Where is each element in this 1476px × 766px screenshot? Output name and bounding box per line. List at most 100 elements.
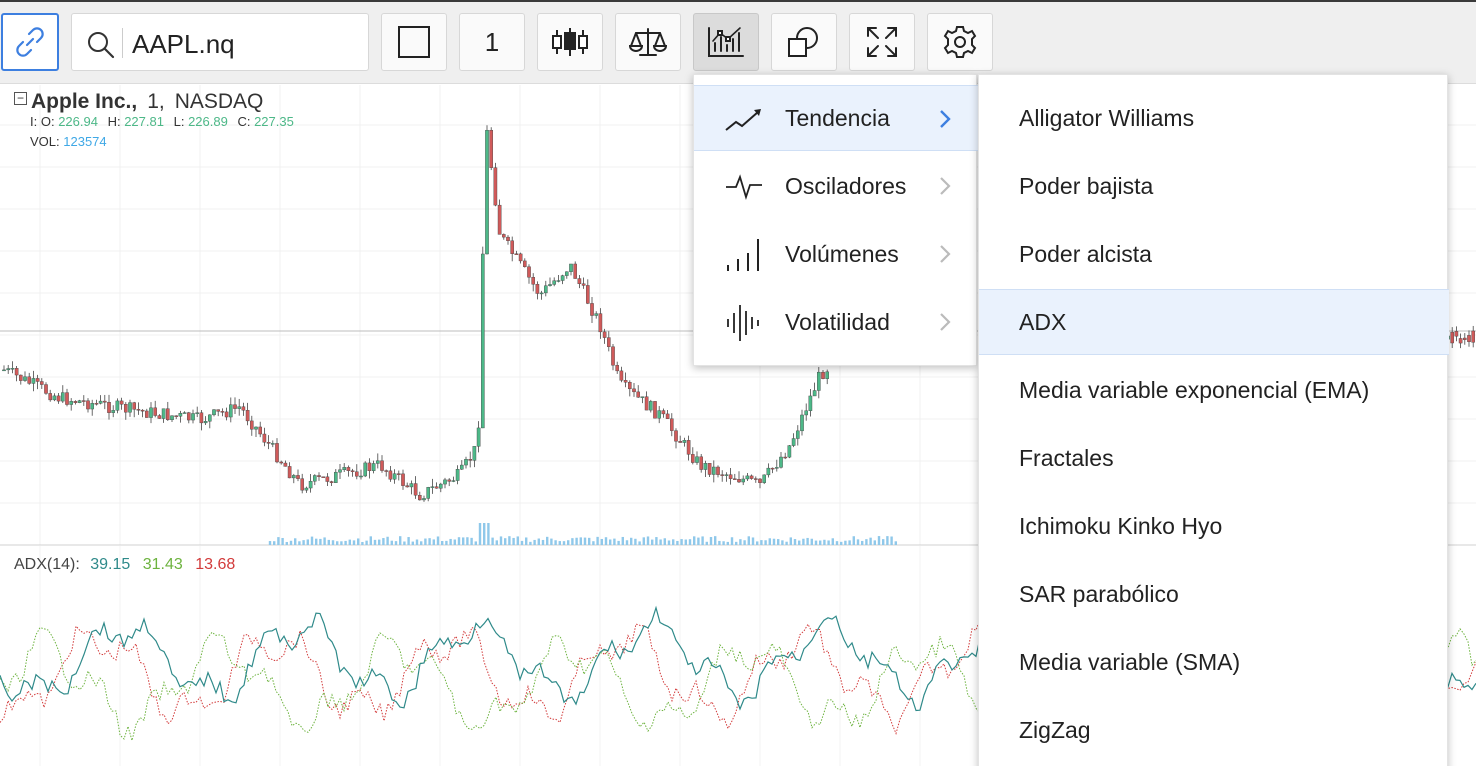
candle-body	[317, 475, 321, 477]
chart-box-button[interactable]	[381, 13, 447, 71]
volume-bar	[651, 539, 654, 545]
candle-body	[397, 473, 401, 475]
symbol-search[interactable]: AAPL.nq	[71, 13, 369, 71]
volume-bar	[474, 541, 477, 545]
volume-bar	[302, 540, 305, 545]
volume-bar	[361, 541, 364, 545]
candle-body	[90, 403, 94, 410]
volume-bar	[579, 537, 582, 545]
candle-body	[489, 129, 494, 168]
candle-body	[455, 469, 460, 481]
candle-body	[237, 406, 242, 409]
volume-bars-icon	[727, 239, 759, 271]
close-value: 227.35	[254, 114, 294, 129]
menu-category-label: Volúmenes	[785, 240, 899, 267]
candle-body	[216, 409, 221, 412]
collapse-icon[interactable]: −	[14, 91, 27, 105]
menu-category-volumes[interactable]: Volúmenes	[694, 221, 978, 287]
candle-body	[102, 400, 107, 403]
volume-bar	[491, 537, 494, 545]
volume-row: VOL: 123574	[30, 132, 294, 152]
candle-body	[300, 478, 305, 491]
menu-category-volatility[interactable]: Volatilidad	[694, 289, 978, 355]
indicator-item[interactable]: Media variable exponencial (EMA)	[979, 357, 1449, 423]
price-legend: − Apple Inc., 1, NASDAQ I: O: 226.94 H: …	[14, 90, 294, 152]
settings-button[interactable]	[927, 13, 993, 71]
fullscreen-button[interactable]	[849, 13, 915, 71]
candle-body	[418, 495, 422, 501]
candle-body	[619, 370, 624, 381]
volume-bar	[512, 537, 515, 545]
candle-body	[342, 467, 347, 470]
candle-body	[649, 401, 653, 411]
volume-bar	[390, 540, 393, 545]
candle-body	[707, 463, 712, 475]
candle-body	[325, 476, 330, 482]
interval-button[interactable]: 1	[459, 13, 525, 71]
volume-bar	[483, 523, 486, 545]
volume-bar	[336, 541, 339, 545]
candle-body	[233, 404, 237, 409]
candle-body	[510, 240, 515, 254]
link-button[interactable]	[1, 13, 59, 71]
candle-body	[825, 371, 829, 379]
candle-body	[94, 403, 99, 405]
volume-bar	[373, 539, 377, 545]
candle-body	[506, 236, 510, 241]
indicator-item[interactable]: ZigZag	[979, 697, 1449, 763]
candle-body	[422, 498, 426, 501]
volume-bar	[357, 538, 360, 545]
candle-body	[518, 253, 523, 262]
indicator-label: Media variable (SMA)	[1019, 648, 1241, 675]
indicator-label: Poder bajista	[1019, 172, 1154, 199]
indicator-item[interactable]: Media variable (SMA)	[979, 629, 1449, 695]
volume-bar	[428, 538, 431, 545]
indicator-item[interactable]: SAR parabólico	[979, 561, 1449, 627]
indicator-item[interactable]: Poder bajista	[979, 153, 1449, 219]
candle-body	[607, 337, 611, 347]
candle-body	[81, 400, 86, 402]
adx-legend: ADX(14): 39.15 31.43 13.68	[14, 556, 235, 574]
candle-body	[346, 467, 351, 471]
candle-body	[157, 415, 162, 419]
chart-type-button[interactable]	[537, 13, 603, 71]
indicator-item[interactable]: Ichimoku Kinko Hyo	[979, 493, 1449, 559]
menu-category-trend[interactable]: Tendencia	[694, 85, 978, 151]
volume-bar	[701, 536, 704, 545]
candle-body	[762, 474, 766, 483]
chevron-right-icon	[940, 313, 951, 331]
indicator-item[interactable]: Alligator Williams	[979, 85, 1449, 151]
candle-body	[590, 303, 594, 316]
square-icon	[398, 26, 430, 58]
indicator-item-selected[interactable]: ADX	[979, 289, 1449, 355]
drawings-button[interactable]	[771, 13, 837, 71]
volume-bar	[743, 540, 746, 545]
volume-bar	[735, 541, 738, 545]
volume-bar	[289, 540, 293, 545]
candle-body	[304, 487, 309, 491]
candle-body	[439, 483, 443, 489]
candle-body	[23, 376, 27, 381]
volume-bar	[667, 540, 671, 545]
candle-body	[812, 390, 817, 397]
link-icon	[16, 27, 44, 57]
candle-body	[195, 412, 200, 414]
volume-bar	[298, 541, 301, 545]
volume-bar	[306, 539, 309, 545]
ohlc-row: I: O: 226.94 H: 227.81 L: 226.89 C: 227.…	[30, 112, 294, 132]
compare-button[interactable]	[615, 13, 681, 71]
candle-body	[224, 411, 229, 418]
symbol-input[interactable]: AAPL.nq	[132, 29, 235, 60]
menu-category-label: Volatilidad	[785, 308, 890, 335]
indicator-item[interactable]: Fractales	[979, 425, 1449, 491]
instrument-interval: 1,	[147, 90, 165, 113]
toolbar: AAPL.nq 1	[0, 2, 1476, 84]
candle-body	[77, 400, 82, 403]
open-value: 226.94	[58, 114, 98, 129]
menu-category-oscillators[interactable]: Osciladores	[694, 153, 978, 219]
candle-body	[741, 478, 745, 483]
indicator-item[interactable]: Poder alcista	[979, 221, 1449, 287]
chevron-right-icon	[940, 177, 951, 195]
indicators-button[interactable]	[693, 13, 759, 71]
candle-body	[355, 471, 359, 477]
